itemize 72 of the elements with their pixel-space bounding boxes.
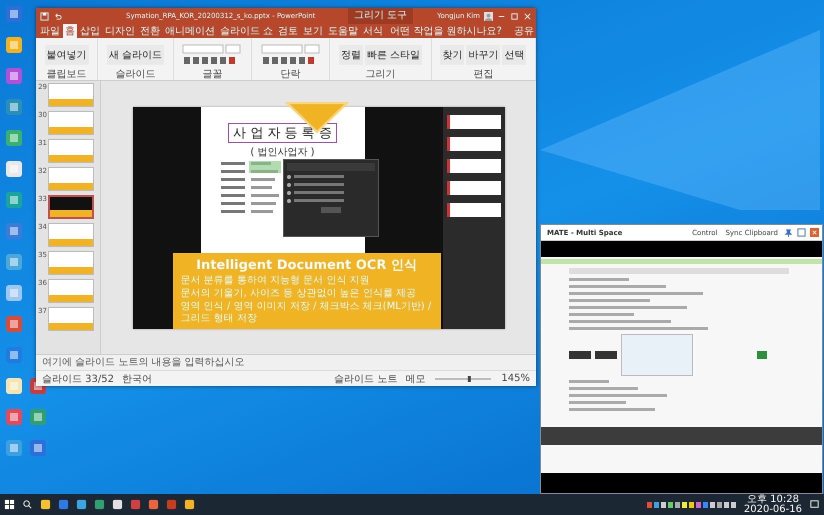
pin-icon[interactable] bbox=[784, 228, 793, 237]
ribbon-button[interactable]: 선택 bbox=[502, 44, 526, 64]
slide-thumbnail[interactable] bbox=[48, 167, 94, 191]
slide-thumbnail[interactable] bbox=[48, 83, 94, 107]
ribbon-tab[interactable]: 디자인 bbox=[103, 24, 137, 38]
ribbon-group-label: 슬라이드 bbox=[114, 69, 156, 80]
zoom-slider[interactable] bbox=[433, 374, 494, 382]
desktop-app-icon[interactable] bbox=[4, 35, 24, 55]
notes-field[interactable]: 여기에 슬라이드 노트의 내용을 입력하십시오 bbox=[36, 354, 536, 370]
ribbon-tab[interactable]: 애니메이션 bbox=[163, 24, 217, 38]
save-icon[interactable] bbox=[40, 12, 49, 20]
document-subtitle: ( 법인사업자 ) bbox=[250, 146, 315, 158]
system-tray-icons-drawing[interactable] bbox=[646, 500, 737, 510]
ribbon-tab[interactable]: 도움말 bbox=[326, 24, 360, 38]
taskbar-app-icon[interactable] bbox=[40, 499, 51, 510]
slide-thumbnail[interactable] bbox=[48, 111, 94, 135]
close-icon[interactable] bbox=[810, 228, 819, 237]
bullet-text: 문서의 기울기, 사이즈 등 상관없이 높은 인식률 제공 bbox=[180, 288, 417, 300]
ribbon-tab[interactable]: 삽입 bbox=[78, 24, 102, 38]
context-tab-group-label: 그리기 도구 bbox=[348, 8, 414, 24]
paragraph-controls-drawing[interactable] bbox=[260, 44, 321, 66]
ribbon-tab[interactable]: 검토 bbox=[276, 24, 300, 38]
slide-thumbnail[interactable] bbox=[48, 195, 94, 219]
ribbon-button[interactable]: 바꾸기 bbox=[466, 44, 500, 64]
bullet-text: 문서 분류를 통하여 지능형 문서 인식 지원 bbox=[180, 274, 371, 286]
ribbon-button[interactable]: 붙여넣기 bbox=[44, 44, 89, 64]
ribbon-tab[interactable]: 서식 bbox=[361, 24, 386, 38]
taskbar-clock[interactable]: 오후 10:28 2020-06-16 bbox=[744, 494, 802, 514]
desktop-app-icon[interactable] bbox=[4, 283, 24, 303]
ribbon-button[interactable]: 새 슬라이드 bbox=[106, 44, 164, 64]
slide-thumbnail[interactable] bbox=[48, 307, 94, 331]
search-icon[interactable] bbox=[22, 499, 33, 510]
ribbon-group-label: 단락 bbox=[280, 69, 302, 80]
user-avatar-icon bbox=[484, 12, 493, 20]
start-icon[interactable] bbox=[4, 499, 15, 510]
ribbon-group-label: 클립보드 bbox=[46, 69, 88, 80]
ribbon-button[interactable]: 찾기 bbox=[440, 44, 464, 64]
slide-thumbnail[interactable] bbox=[48, 279, 94, 303]
desktop-app-icon[interactable] bbox=[4, 376, 24, 396]
ribbon-group-label: 글꼴 bbox=[201, 69, 224, 80]
ribbon-tab[interactable]: 홈 bbox=[63, 24, 77, 38]
slide-thumbnail[interactable] bbox=[48, 139, 94, 163]
desktop-app-icon[interactable] bbox=[4, 159, 24, 179]
slide-counter: 슬라이드 33/52 bbox=[42, 372, 114, 386]
close-icon[interactable] bbox=[523, 12, 532, 20]
document-title: 사 업 자 등 록 증 bbox=[228, 122, 337, 142]
bullet-text: 영역 인식 / 영역 이미지 저장 / 체크박스 체크(ML기반) / 그리드 형태 저장 bbox=[180, 300, 432, 324]
undo-icon[interactable] bbox=[53, 12, 62, 20]
language-label[interactable]: 한국어 bbox=[122, 372, 152, 386]
ribbon-button[interactable]: 빠른 스타일 bbox=[364, 44, 422, 64]
ribbon-tab[interactable]: 슬라이드 쇼 bbox=[218, 24, 276, 38]
tell-me-search-field[interactable]: 어떤 작업을 원하시나요? bbox=[390, 24, 502, 38]
slide-thumbnail[interactable] bbox=[48, 251, 94, 275]
notes-toggle[interactable]: 슬라이드 노트 bbox=[334, 372, 398, 386]
ribbon-tab[interactable]: 보기 bbox=[301, 24, 326, 38]
zoom-level[interactable]: 145% bbox=[501, 373, 530, 384]
taskbar-app-icon[interactable] bbox=[76, 499, 87, 510]
taskbar-app-icon[interactable] bbox=[112, 499, 123, 510]
ribbon-group-label: 편집 bbox=[472, 69, 494, 80]
share-button[interactable]: 공유 bbox=[514, 24, 534, 38]
ribbon-button[interactable]: 정렬 bbox=[338, 44, 363, 64]
ribbon-tab[interactable]: 전환 bbox=[138, 24, 162, 38]
comments-toggle[interactable]: 메모 bbox=[405, 372, 426, 386]
font-controls-drawing[interactable] bbox=[182, 44, 242, 66]
slide-thumbnail[interactable] bbox=[48, 223, 94, 247]
maximize-icon[interactable] bbox=[797, 228, 806, 237]
ribbon-group-label: 그리기 bbox=[364, 69, 396, 80]
zoom-slider-thumb[interactable] bbox=[468, 376, 472, 382]
ribbon-tab[interactable]: 파일 bbox=[38, 24, 62, 38]
slide-heading: Intelligent Document OCR 인식 bbox=[195, 256, 418, 274]
notification-icon[interactable] bbox=[809, 499, 820, 510]
taskbar-app-icon[interactable] bbox=[184, 499, 195, 510]
